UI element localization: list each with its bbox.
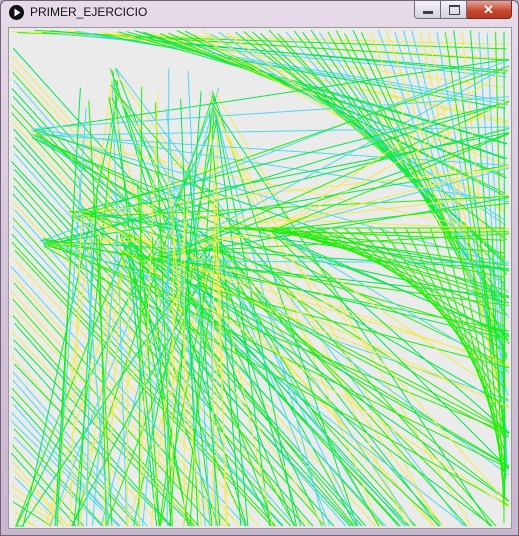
- maximize-button[interactable]: [441, 1, 467, 19]
- sketch-canvas[interactable]: [8, 27, 512, 529]
- close-icon: ✕: [483, 2, 494, 17]
- minimize-icon: [423, 11, 433, 14]
- maximize-icon: [449, 5, 460, 15]
- window-title: PRIMER_EJERCICIO: [30, 5, 148, 19]
- app-window: PRIMER_EJERCICIO ✕: [0, 0, 519, 536]
- play-icon[interactable]: [9, 5, 24, 20]
- minimize-button[interactable]: [414, 1, 441, 19]
- title-bar[interactable]: PRIMER_EJERCICIO ✕: [1, 1, 518, 26]
- close-button[interactable]: ✕: [467, 1, 512, 19]
- window-controls: ✕: [414, 1, 512, 19]
- line-art: [9, 29, 510, 527]
